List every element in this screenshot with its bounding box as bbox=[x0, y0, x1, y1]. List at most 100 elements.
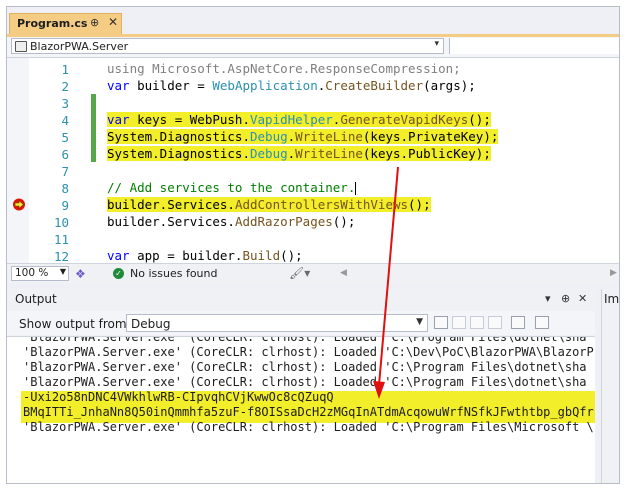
code-token: (keys.PrivateKey); bbox=[362, 129, 499, 144]
go-to-next-icon[interactable] bbox=[470, 316, 484, 329]
code-token: GenerateVapidKeys bbox=[340, 112, 469, 127]
line-number: 10 bbox=[53, 215, 69, 230]
clear-all-icon[interactable] bbox=[511, 316, 525, 329]
code-token: (); bbox=[408, 197, 431, 212]
code-line[interactable]: 3 bbox=[7, 95, 619, 112]
code-token: (); bbox=[468, 112, 491, 127]
project-dropdown[interactable]: BlazorPWA.Server ▾ bbox=[11, 38, 444, 54]
code-line[interactable]: 1 using Microsoft.AspNetCore.ResponseComp… bbox=[7, 61, 619, 78]
toggle-word-wrap-icon[interactable] bbox=[535, 316, 549, 329]
code-text: builder.Services.AddControllersWithViews… bbox=[107, 197, 431, 212]
chevron-down-icon: ▼ bbox=[416, 317, 423, 327]
side-panel-title: Im bbox=[604, 292, 620, 306]
editor-status-bar: 100 % ▼ ❖ ✓ No issues found 🖌▾ ◀ ▶ bbox=[7, 263, 619, 284]
code-token: System.Diagnostics. bbox=[107, 146, 250, 161]
code-token: Build bbox=[242, 248, 281, 263]
code-token: Debug bbox=[250, 146, 288, 161]
output-line: BMqITTi_JnhaNn8Q50inQmmhfa5zuF-f8OISsaDc… bbox=[23, 405, 594, 419]
side-panel-tab[interactable]: Im bbox=[601, 289, 620, 483]
code-line[interactable]: 8 // Add services to the container. bbox=[7, 180, 619, 197]
text-caret bbox=[355, 182, 357, 195]
code-token: (args); bbox=[423, 78, 476, 93]
code-token: var bbox=[107, 112, 130, 127]
code-token: (); bbox=[280, 248, 303, 263]
line-number: 5 bbox=[61, 130, 69, 145]
code-token: builder.Services. bbox=[107, 197, 235, 212]
code-line[interactable]: 11 bbox=[7, 231, 619, 248]
output-source-value: Debug bbox=[131, 317, 171, 331]
code-token: (keys.PublicKey); bbox=[362, 146, 491, 161]
line-number: 9 bbox=[61, 198, 69, 213]
intellicode-icon[interactable]: ❖ bbox=[75, 267, 86, 281]
code-text: System.Diagnostics.Debug.WriteLine(keys.… bbox=[107, 146, 491, 161]
line-number: 3 bbox=[61, 96, 69, 111]
code-cleanup-icon[interactable]: 🖌▾ bbox=[289, 266, 310, 280]
output-text-area[interactable]: 'BlazorPWA.Server.exe' (CoreCLR: clrhost… bbox=[7, 336, 595, 483]
code-line[interactable]: 5 System.Diagnostics.Debug.WriteLine(keys… bbox=[7, 129, 619, 146]
code-token: Debug bbox=[250, 129, 288, 144]
project-icon bbox=[15, 41, 27, 52]
code-text: var app = builder.Build(); bbox=[107, 248, 303, 263]
zoom-dropdown[interactable]: 100 % ▼ bbox=[11, 266, 69, 281]
ide-window: Program.cs ⊕ ✕ BlazorPWA.Server ▾ 1 using… bbox=[6, 6, 620, 484]
code-line[interactable]: 10 builder.Services.AddRazorPages(); bbox=[7, 214, 619, 231]
tab-title: Program.cs bbox=[17, 17, 88, 30]
close-icon[interactable]: ✕ bbox=[578, 292, 587, 305]
line-number: 4 bbox=[61, 113, 69, 128]
pin-icon[interactable]: ⊕ bbox=[561, 292, 570, 305]
line-number: 2 bbox=[61, 79, 69, 94]
output-line: 'BlazorPWA.Server.exe' (CoreCLR: clrhost… bbox=[23, 420, 594, 434]
zoom-level: 100 % bbox=[15, 267, 49, 279]
check-circle-icon: ✓ bbox=[113, 268, 124, 279]
code-token: AddRazorPages bbox=[234, 214, 333, 229]
output-title: Output bbox=[15, 292, 57, 306]
code-token: // Add services to the container. bbox=[107, 180, 356, 195]
code-token: WebApplication bbox=[212, 78, 318, 93]
code-token: (); bbox=[332, 214, 356, 229]
output-source-dropdown[interactable]: Debug ▼ bbox=[126, 314, 428, 332]
code-text: var keys = WebPush.VapidHelper.GenerateV… bbox=[107, 112, 491, 127]
panel-menu-icon[interactable]: ▾ bbox=[545, 292, 551, 305]
code-text: var builder = WebApplication.CreateBuild… bbox=[107, 78, 476, 93]
code-editor[interactable]: 1 using Microsoft.AspNetCore.ResponseComp… bbox=[7, 58, 619, 264]
code-text: using Microsoft.AspNetCore.ResponseCompr… bbox=[107, 61, 461, 76]
find-message-icon[interactable] bbox=[434, 316, 448, 329]
navigation-bar: BlazorPWA.Server ▾ bbox=[7, 37, 619, 58]
issues-status[interactable]: No issues found bbox=[130, 267, 217, 280]
scroll-left-icon[interactable]: ◀ bbox=[340, 268, 347, 278]
output-line: 'BlazorPWA.Server.exe' (CoreCLR: clrhost… bbox=[23, 375, 587, 389]
output-line: 'BlazorPWA.Server.exe' (CoreCLR: clrhost… bbox=[23, 336, 587, 344]
code-token: keys = WebPush. bbox=[129, 112, 250, 127]
code-line[interactable]: 6 System.Diagnostics.Debug.WriteLine(keys… bbox=[7, 146, 619, 163]
line-number: 1 bbox=[61, 62, 69, 77]
code-line[interactable]: 2 var builder = WebApplication.CreateBuil… bbox=[7, 78, 619, 95]
project-name: BlazorPWA.Server bbox=[30, 40, 129, 53]
code-token: WriteLine bbox=[295, 129, 363, 144]
chevron-down-icon: ▾ bbox=[434, 39, 439, 49]
close-icon[interactable]: ✕ bbox=[108, 15, 118, 29]
code-text: System.Diagnostics.Debug.WriteLine(keys.… bbox=[107, 129, 499, 144]
output-line: 'BlazorPWA.Server.exe' (CoreCLR: clrhost… bbox=[23, 360, 587, 374]
code-token: WriteLine bbox=[295, 146, 363, 161]
code-token: var bbox=[107, 78, 130, 93]
code-token: var bbox=[107, 248, 130, 263]
member-dropdown[interactable] bbox=[449, 38, 619, 54]
pin-icon[interactable]: ⊕ bbox=[90, 16, 99, 29]
tab-program-cs[interactable]: Program.cs ⊕ ✕ bbox=[9, 13, 122, 34]
code-line[interactable]: 7 bbox=[7, 163, 619, 180]
code-line[interactable]: 4 var keys = WebPush.VapidHelper.Generate… bbox=[7, 112, 619, 129]
code-token: CreateBuilder bbox=[325, 78, 424, 93]
line-number: 8 bbox=[61, 181, 69, 196]
code-token: using Microsoft.AspNetCore.ResponseCompr… bbox=[107, 61, 461, 76]
code-text: // Add services to the container. bbox=[107, 180, 357, 195]
document-tab-strip: Program.cs ⊕ ✕ bbox=[7, 7, 619, 37]
line-number: 7 bbox=[61, 164, 69, 179]
scroll-right-icon[interactable]: ▶ bbox=[610, 268, 617, 278]
code-token: app = builder. bbox=[129, 248, 243, 263]
code-token: builder.Services. bbox=[107, 214, 235, 229]
code-token: AddControllersWithViews bbox=[234, 197, 409, 212]
code-line[interactable]: 9 builder.Services.AddControllersWithView… bbox=[7, 197, 619, 214]
go-to-current-icon[interactable] bbox=[488, 316, 502, 329]
go-to-previous-icon[interactable] bbox=[452, 316, 466, 329]
output-line: -Uxi2o58nDNC4VWkhlwRB-CIpvqhCVjKwwOc8cQZ… bbox=[23, 390, 334, 404]
